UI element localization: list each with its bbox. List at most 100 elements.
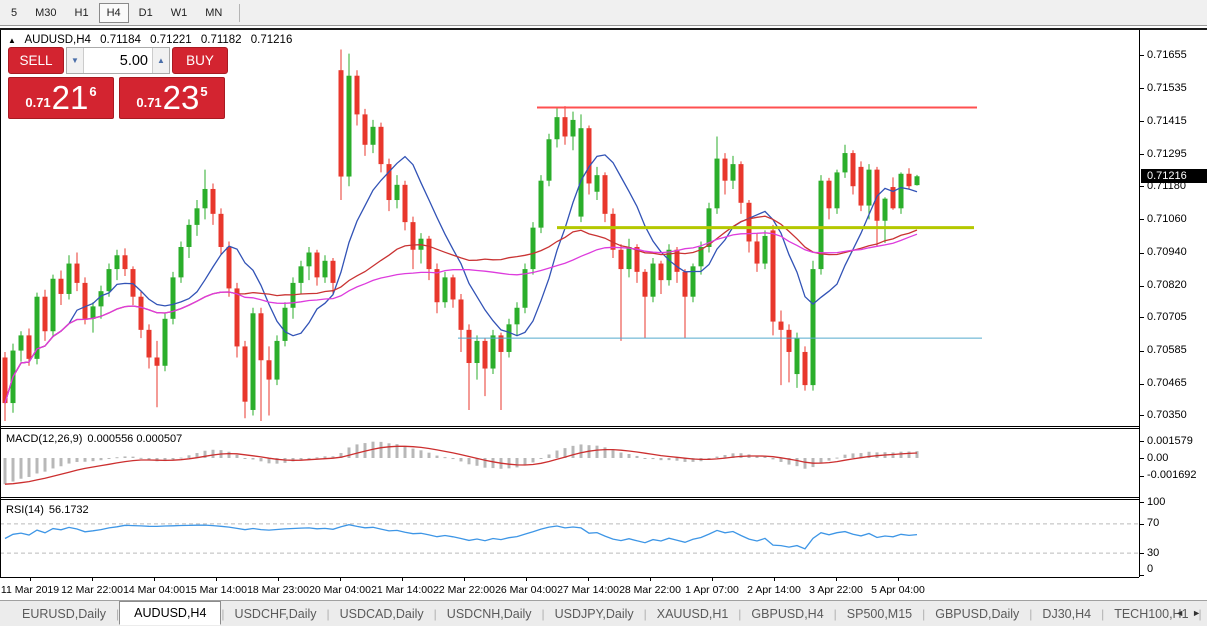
price-axis-label: 0.71535 (1147, 81, 1187, 94)
price-axis-tick (1140, 88, 1144, 90)
toolbar-separator (239, 3, 241, 22)
sell-price-point: 6 (89, 83, 97, 99)
timeframe-d1-button[interactable]: D1 (131, 3, 161, 23)
rsi-axis-label: 0 (1147, 563, 1154, 575)
time-axis-tick (154, 578, 155, 581)
tab-scroll-right-icon[interactable]: ► (1192, 608, 1201, 618)
tab-gbpusd-h4[interactable]: GBPUSD,H4 (741, 603, 833, 625)
buy-price-display[interactable]: 0.71 23 5 (119, 77, 225, 119)
price-axis-tick (1140, 55, 1144, 56)
rsi-label: RSI(14) 56.1732 (6, 504, 94, 516)
tab-ukc[interactable]: UKC (1202, 603, 1207, 625)
time-axis-tick (402, 578, 403, 581)
tab-usdcad-daily[interactable]: USDCAD,Daily (330, 603, 434, 625)
sell-price-prefix: 0.71 (25, 94, 51, 110)
price-axis-label: 0.70940 (1147, 246, 1187, 258)
time-axis-tick (30, 578, 31, 581)
rsi-axis-tick (1140, 575, 1144, 576)
tab-usdcnh-daily[interactable]: USDCNH,Daily (437, 603, 542, 625)
ohlc-open: 0.71184 (100, 34, 141, 46)
rsi-value: 56.1732 (48, 504, 89, 516)
rsi-axis-tick (1140, 502, 1144, 503)
trading-platform-window: { "toolbar": { "timeframes": ["5", "M30"… (0, 0, 1207, 626)
price-axis: 0.71655 0.71535 0.71415 0.71295 0.71180 0.710… (1139, 30, 1207, 577)
volume-decrease-button[interactable]: ▼ (67, 48, 84, 73)
price-axis-tick (1140, 317, 1144, 319)
rsi-axis-tick (1140, 523, 1144, 525)
price-axis-label: 0.70705 (1147, 310, 1187, 323)
macd-axis-tick (1140, 475, 1144, 477)
timeframe-toolbar: 5 M30 H1 H4 D1 W1 MN (0, 0, 1207, 26)
time-axis-tick (216, 578, 217, 581)
volume-increase-button[interactable]: ▲ (152, 48, 169, 73)
time-axis-tick (340, 578, 341, 581)
price-axis-tick (1140, 350, 1144, 352)
rsi-name: RSI(14) (6, 504, 44, 516)
tab-usdchf-daily[interactable]: USDCHF,Daily (225, 603, 327, 625)
tab-usdjpy-daily[interactable]: USDJPY,Daily (545, 603, 644, 625)
price-axis-label: 0.71415 (1147, 114, 1187, 127)
rsi-axis-label: 70 (1147, 517, 1160, 530)
tab-dj30-h4[interactable]: DJ30,H4 (1032, 603, 1101, 625)
time-axis-tick (278, 578, 279, 581)
tab-sp500-m15[interactable]: SP500,M15 (837, 603, 922, 625)
price-axis-label: 0.71655 (1147, 48, 1187, 61)
price-axis-tick (1140, 383, 1144, 385)
timeframe-h4-button[interactable]: H4 (98, 2, 129, 23)
price-axis-tick (1140, 121, 1144, 123)
macd-name: MACD(12,26,9) (6, 433, 83, 445)
time-axis-tick (92, 578, 93, 581)
macd-axis-tick (1140, 441, 1144, 443)
rsi-indicator-panel[interactable] (0, 500, 1139, 577)
buy-price-pips: 23 (162, 79, 200, 116)
price-axis-tick (1140, 186, 1144, 188)
macd-axis-label: 0.001579 (1147, 434, 1193, 447)
sell-button[interactable]: SELL (8, 47, 64, 74)
macd-axis-label: 0.00 (1147, 451, 1169, 464)
timeframe-h1-button[interactable]: H1 (67, 3, 97, 23)
volume-input[interactable] (84, 48, 152, 73)
timeframe-w1-button[interactable]: W1 (163, 3, 196, 23)
tab-scroll-left-icon[interactable]: ◄ (1175, 608, 1184, 618)
sell-price-pips: 21 (51, 79, 89, 116)
time-axis-tick (712, 578, 713, 581)
ohlc-high: 0.71221 (150, 34, 192, 46)
macd-axis-label: -0.001692 (1147, 469, 1197, 482)
price-axis-tick (1140, 415, 1144, 417)
buy-price-prefix: 0.71 (136, 94, 162, 110)
volume-stepper: ▼ ▲ (66, 47, 170, 74)
price-axis-label: 0.71295 (1147, 147, 1187, 160)
time-axis-tick (650, 578, 651, 581)
chart-left-border (0, 30, 1, 600)
tab-scroll-controls: ◄ ► (1175, 608, 1201, 618)
ohlc-close: 0.71216 (250, 34, 293, 46)
timeframe-5-button[interactable]: 5 (3, 3, 25, 23)
tab-eurusd-daily[interactable]: EURUSD,Daily (12, 603, 116, 625)
time-axis-label: 5 Apr 04:00 (871, 584, 925, 596)
tab-xauusd-h1[interactable]: XAUUSD,H1 (647, 603, 739, 625)
price-axis-tick (1140, 154, 1144, 156)
timeframe-mn-button[interactable]: MN (197, 3, 230, 23)
buy-button[interactable]: BUY (172, 47, 228, 74)
price-axis-label: 0.70585 (1147, 344, 1187, 357)
one-click-trading-panel: SELL ▼ ▲ BUY 0.71 21 6 0.71 23 5 (8, 47, 228, 119)
tab-audusd-h4[interactable]: AUDUSD,H4 (119, 600, 222, 625)
rsi-axis-tick (1140, 553, 1144, 555)
macd-label: MACD(12,26,9) 0.000556 0.000507 (6, 433, 187, 445)
chart-header: ▲ AUDUSD,H4 0.71184 0.71221 0.71182 0.71… (8, 34, 298, 46)
price-axis-label: 0.70820 (1147, 279, 1187, 292)
sell-price-display[interactable]: 0.71 21 6 (8, 77, 114, 119)
macd-axis-tick (1140, 458, 1144, 459)
rsi-axis-label: 100 (1147, 495, 1166, 508)
timeframe-m30-button[interactable]: M30 (27, 3, 64, 23)
price-axis-label: 0.70350 (1147, 408, 1187, 421)
macd-values: 0.000556 0.000507 (87, 433, 183, 445)
price-axis-tick (1140, 252, 1144, 254)
tab-gbpusd-daily[interactable]: GBPUSD,Daily (925, 603, 1029, 625)
chart-tab-bar: EURUSD,Daily | AUDUSD,H4 | USDCHF,Daily | USDC… (0, 600, 1207, 626)
time-axis-tick (588, 578, 589, 581)
chart-collapse-icon[interactable]: ▲ (8, 36, 16, 45)
time-axis-tick (526, 578, 527, 581)
price-axis-label: 0.71060 (1147, 212, 1187, 225)
time-axis-tick (774, 578, 775, 581)
